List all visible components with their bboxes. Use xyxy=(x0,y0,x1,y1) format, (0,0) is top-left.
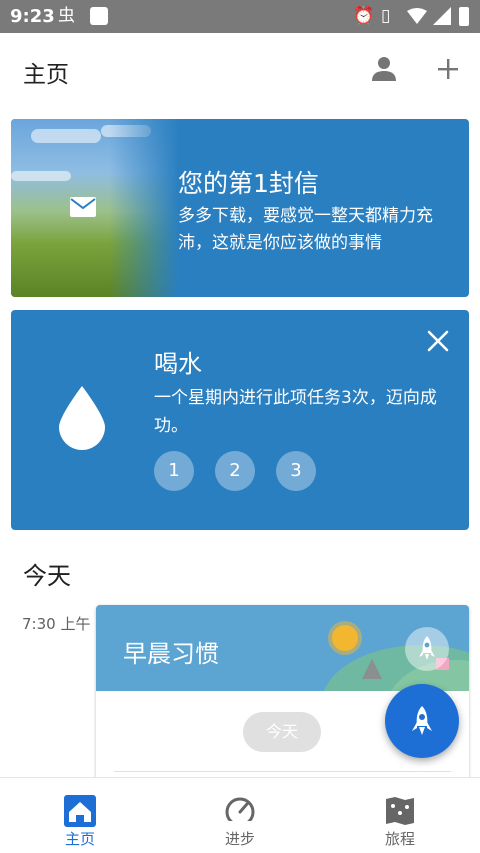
battery-icon xyxy=(459,7,469,26)
gauge-icon xyxy=(225,797,255,827)
nav-progress-label: 进步 xyxy=(224,830,255,848)
map-icon xyxy=(386,797,414,825)
tent-icon xyxy=(362,659,382,679)
nav-home[interactable]: 主页 xyxy=(0,778,160,853)
mail-icon xyxy=(70,197,96,217)
water-title: 喝水 xyxy=(154,350,202,378)
nav-progress[interactable]: 进步 xyxy=(160,778,320,853)
profile-icon[interactable] xyxy=(371,56,397,82)
today-pill[interactable]: 今天 xyxy=(243,712,321,752)
page-title: 主页 xyxy=(23,62,69,88)
bug-icon: 虫 xyxy=(58,6,75,26)
status-bar: 9:23 虫 ⏰ ▯ xyxy=(0,0,480,33)
rocket-badge-icon xyxy=(405,627,449,671)
letter-card[interactable]: 您的第1封信 多多下载，要感觉一整天都精力充沛，这就是你应该做的事情 xyxy=(11,119,469,297)
vibrate-icon: ▯ xyxy=(381,6,391,26)
close-icon[interactable] xyxy=(427,330,449,352)
morning-banner: 早晨习惯 xyxy=(96,605,469,691)
sun-icon xyxy=(332,625,358,651)
top-app-bar: 主页 xyxy=(0,33,480,105)
step-3-dot: 3 xyxy=(276,451,316,491)
letter-body: 多多下载，要感觉一整天都精力充沛，这就是你应该做的事情 xyxy=(178,206,433,253)
signal-icon xyxy=(433,7,451,25)
habit-time: 7:30 上午 xyxy=(22,615,91,633)
water-drop-icon xyxy=(59,386,105,450)
nav-home-label: 主页 xyxy=(64,830,95,848)
nav-journey[interactable]: 旅程 xyxy=(320,778,480,853)
add-icon[interactable] xyxy=(436,57,460,81)
fab-rocket-button[interactable] xyxy=(385,684,459,758)
step-1-dot: 1 xyxy=(154,451,194,491)
nav-journey-label: 旅程 xyxy=(384,830,415,848)
wifi-icon xyxy=(407,8,427,24)
water-body: 一个星期内进行此项任务3次，迈向成功。 xyxy=(154,388,437,436)
app-notification-icon xyxy=(90,7,108,25)
step-2-dot: 2 xyxy=(215,451,255,491)
status-time: 9:23 xyxy=(10,6,55,27)
habit-title: 早晨习惯 xyxy=(123,640,219,668)
rocket-icon xyxy=(412,706,432,735)
letter-title: 您的第1封信 xyxy=(178,169,319,198)
divider xyxy=(114,771,451,772)
alarm-icon: ⏰ xyxy=(353,6,375,26)
water-habit-card[interactable]: 喝水 一个星期内进行此项任务3次，迈向成功。 1 2 3 xyxy=(11,310,469,530)
today-heading: 今天 xyxy=(23,562,71,590)
home-icon xyxy=(64,795,96,827)
bottom-navigation: 主页 进步 旅程 xyxy=(0,777,480,853)
